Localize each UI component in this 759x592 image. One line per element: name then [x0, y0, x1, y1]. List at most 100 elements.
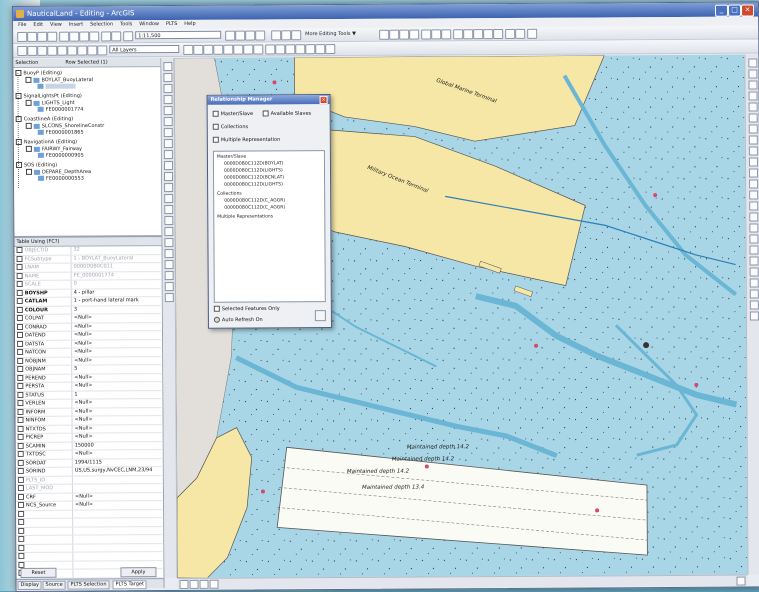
right-tool-icon[interactable] — [748, 58, 758, 68]
right-tool-icon[interactable] — [748, 102, 758, 112]
vertical-tool-icon[interactable] — [163, 161, 174, 171]
map-horizontal-scrollbar[interactable] — [177, 574, 748, 589]
apply-button[interactable]: Apply — [120, 567, 157, 578]
right-tool-icon[interactable] — [749, 168, 759, 178]
vertical-tool-icon[interactable] — [164, 205, 174, 215]
right-tool-icon[interactable] — [748, 157, 758, 167]
vertical-tool-icon[interactable] — [164, 260, 174, 270]
attribute-checkbox-icon[interactable] — [17, 493, 25, 500]
pause-icon[interactable] — [209, 579, 219, 589]
minimize-button[interactable]: _ — [715, 4, 729, 17]
right-tool-icon[interactable] — [748, 113, 758, 123]
error-inspector-icon[interactable] — [441, 29, 452, 40]
attribute-checkbox-icon[interactable] — [16, 297, 23, 304]
right-tool-icon[interactable] — [748, 146, 758, 156]
attribute-checkbox-icon[interactable] — [17, 391, 24, 398]
right-tool-icon[interactable] — [749, 190, 759, 200]
layout-view-icon[interactable] — [189, 579, 199, 589]
data-view-icon[interactable] — [179, 579, 189, 589]
right-tool-icon[interactable] — [749, 278, 759, 288]
previous-extent-icon[interactable] — [243, 44, 254, 55]
list-item[interactable]: 0000D0B0C112D(BCNLAT) — [224, 175, 284, 181]
next-extent-icon[interactable] — [253, 44, 264, 55]
maximize-button[interactable]: □ — [728, 4, 742, 17]
option-auto-refresh[interactable]: Auto Refresh On — [213, 316, 263, 324]
expand-icon[interactable] — [25, 122, 32, 129]
vertical-tool-icon[interactable] — [163, 117, 173, 127]
attribute-value[interactable]: US,US,surgy,NvCEC,LNM,23/94 — [72, 466, 162, 476]
attribute-checkbox-icon[interactable] — [18, 552, 25, 559]
snap-icon[interactable] — [37, 45, 48, 56]
menu-file[interactable]: File — [18, 21, 26, 30]
list-item[interactable]: Master/Slave — [217, 155, 246, 161]
pan-icon[interactable] — [223, 44, 234, 55]
attribute-checkbox-icon[interactable] — [18, 535, 25, 542]
menu-plts[interactable]: PLTS — [166, 20, 177, 29]
attribute-checkbox-icon[interactable] — [16, 246, 23, 253]
fixed-zoom-out-icon[interactable] — [213, 44, 224, 55]
tree-node[interactable]: FE0000001865 — [37, 130, 84, 137]
validate-icon[interactable] — [431, 29, 442, 40]
list-item[interactable]: 0000D0B0C112D(BOYLAT) — [224, 161, 284, 167]
expand-icon[interactable] — [15, 115, 22, 122]
attribute-checkbox-icon[interactable] — [18, 544, 25, 551]
right-tool-icon[interactable] — [749, 289, 759, 299]
cut-icon[interactable] — [59, 31, 70, 42]
time-slider-icon[interactable] — [315, 44, 326, 55]
plts-icon-6[interactable] — [505, 28, 516, 39]
pencil-icon[interactable] — [291, 30, 302, 41]
option-selected-features-only[interactable]: Selected Features Only — [213, 305, 280, 313]
right-tool-icon[interactable] — [749, 201, 759, 211]
attribute-checkbox-icon[interactable] — [17, 484, 24, 491]
hyperlink-icon[interactable] — [285, 44, 296, 55]
attribute-checkbox-icon[interactable] — [16, 331, 24, 338]
redo-icon[interactable] — [111, 31, 122, 42]
plts-icon-4[interactable] — [483, 29, 494, 40]
attribute-checkbox-icon[interactable] — [16, 289, 23, 296]
right-tool-icon[interactable] — [749, 212, 759, 222]
measure-icon[interactable] — [97, 45, 108, 56]
sketch-tool-icon[interactable] — [281, 30, 292, 41]
new-icon[interactable] — [17, 31, 28, 42]
more-editing-tools-menu[interactable]: More Editing Tools ▼ — [305, 30, 356, 39]
attribute-checkbox-icon[interactable] — [17, 433, 24, 440]
fixed-zoom-in-icon[interactable] — [203, 44, 214, 55]
attribute-checkbox-icon[interactable] — [17, 416, 24, 423]
attribute-checkbox-icon[interactable] — [17, 340, 24, 347]
expand-icon[interactable] — [15, 69, 22, 76]
layer-select[interactable]: All Layers — [109, 44, 180, 54]
expand-icon[interactable] — [25, 145, 32, 152]
tree-node[interactable]: FE0000001774 — [37, 107, 84, 114]
menu-selection[interactable]: Selection — [90, 20, 113, 29]
right-tool-icon[interactable] — [749, 267, 759, 277]
attribute-checkbox-icon[interactable] — [18, 518, 25, 525]
attribute-checkbox-icon[interactable] — [17, 365, 24, 372]
attribute-checkbox-icon[interactable] — [17, 476, 24, 483]
full-extent-icon[interactable] — [233, 44, 244, 55]
list-item[interactable]: 0000D0B0C112D(C_AGGR) — [224, 198, 285, 204]
attribute-checkbox-icon[interactable] — [17, 450, 24, 457]
edit-tool-icon[interactable] — [271, 30, 282, 41]
dialog-close-button[interactable]: × — [319, 96, 328, 105]
identify-icon[interactable] — [77, 45, 88, 56]
close-button[interactable]: × — [741, 4, 755, 17]
right-tool-icon[interactable] — [748, 124, 758, 134]
attribute-checkbox-icon[interactable] — [16, 255, 23, 262]
select-elements-icon[interactable] — [265, 44, 276, 55]
right-tool-icon[interactable] — [749, 245, 759, 255]
tree-node[interactable]: FE0000000905 — [37, 153, 84, 160]
select-features-icon[interactable] — [57, 45, 68, 56]
expand-icon[interactable] — [25, 99, 32, 106]
attribute-checkbox-icon[interactable] — [18, 501, 25, 508]
vertical-tool-icon[interactable] — [164, 227, 174, 237]
plts-icon-5[interactable] — [493, 29, 504, 40]
help-icon[interactable] — [255, 30, 266, 41]
swipe-icon[interactable] — [305, 44, 316, 55]
menu-view[interactable]: View — [50, 21, 62, 30]
vertical-tool-icon[interactable] — [164, 249, 174, 259]
plts-icon-7[interactable] — [515, 28, 526, 39]
right-tool-icon[interactable] — [748, 80, 758, 90]
right-tool-icon[interactable] — [749, 256, 759, 266]
option-multiple-representation[interactable]: Multiple Representation — [212, 136, 280, 144]
right-tool-icon[interactable] — [748, 135, 758, 145]
